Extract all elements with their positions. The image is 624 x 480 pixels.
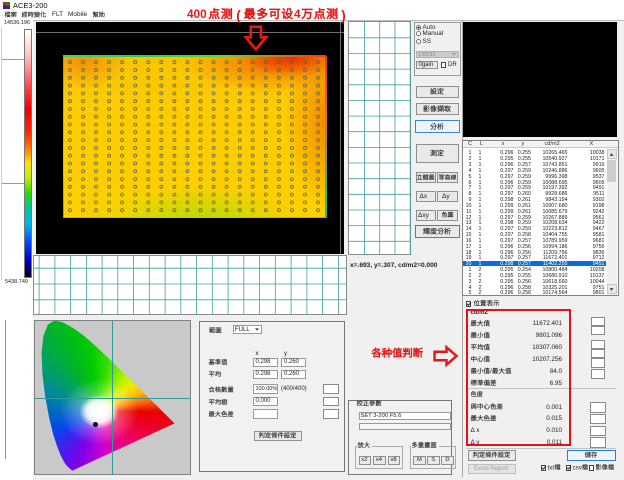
svg-text:): ) — [341, 8, 346, 23]
svg-text:400: 400 — [187, 7, 207, 21]
svg-text:csv: csv — [573, 464, 583, 471]
svg-text:(: ( — [236, 8, 241, 23]
svg-text:4: 4 — [294, 7, 301, 21]
svg-text:txt: txt — [548, 464, 555, 471]
svg-text:/: / — [490, 368, 492, 375]
